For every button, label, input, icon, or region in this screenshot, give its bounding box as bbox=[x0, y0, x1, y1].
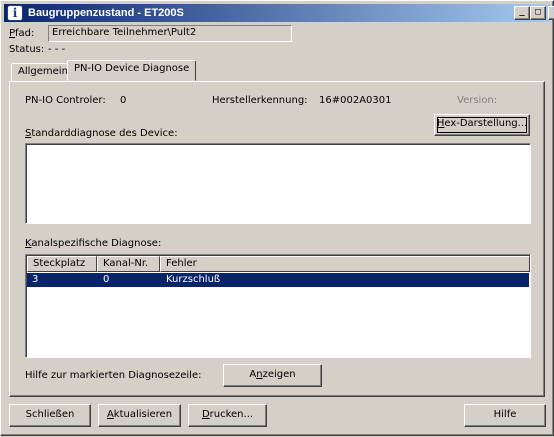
show-button[interactable]: Anzeigen bbox=[223, 364, 322, 387]
close-window-button[interactable]: × bbox=[548, 6, 554, 20]
dialog-window: i Baugruppenzustand - ET200S _ □ × Pfad:… bbox=[0, 0, 554, 436]
cell-error: Kurzschluß bbox=[166, 274, 221, 285]
hex-view-button[interactable]: Hex-Darstellung... bbox=[434, 114, 530, 136]
cell-slot: 3 bbox=[32, 274, 39, 285]
channel-diagnosis-table[interactable]: Steckplatz Kanal-Nr. Fehler 3 0 Kurzschl… bbox=[25, 254, 531, 358]
tab-pnio-device-diagnose[interactable]: PN-IO Device Diagnose bbox=[67, 60, 197, 81]
status-value: - - - bbox=[48, 44, 66, 55]
help-button[interactable]: Hilfe bbox=[464, 404, 546, 427]
table-header: Steckplatz Kanal-Nr. Fehler bbox=[27, 256, 530, 272]
print-button[interactable]: Drucken... bbox=[188, 404, 267, 427]
close-button[interactable]: Schließen bbox=[9, 404, 91, 427]
path-field: Erreichbare Teilnehmer\Pult2 bbox=[48, 25, 292, 42]
table-row[interactable]: 3 0 Kurzschluß bbox=[27, 273, 529, 287]
maximize-button[interactable]: □ bbox=[530, 6, 546, 20]
window-title: Baugruppenzustand - ET200S bbox=[28, 7, 184, 19]
title-bar[interactable]: i Baugruppenzustand - ET200S _ □ × bbox=[4, 4, 554, 22]
refresh-button[interactable]: Aktualisieren bbox=[98, 404, 181, 427]
path-label: Pfad: bbox=[9, 28, 35, 39]
cell-channel: 0 bbox=[103, 274, 110, 285]
minimize-button[interactable]: _ bbox=[514, 6, 530, 20]
column-header-error[interactable]: Fehler bbox=[160, 256, 530, 272]
tab-allgemein[interactable]: Allgemein bbox=[11, 63, 75, 82]
column-header-channel[interactable]: Kanal-Nr. bbox=[97, 256, 160, 272]
column-header-slot[interactable]: Steckplatz bbox=[27, 256, 97, 272]
info-icon: i bbox=[7, 5, 23, 21]
standard-diagnosis-textbox[interactable] bbox=[25, 143, 531, 224]
status-label: Status: bbox=[9, 44, 45, 55]
